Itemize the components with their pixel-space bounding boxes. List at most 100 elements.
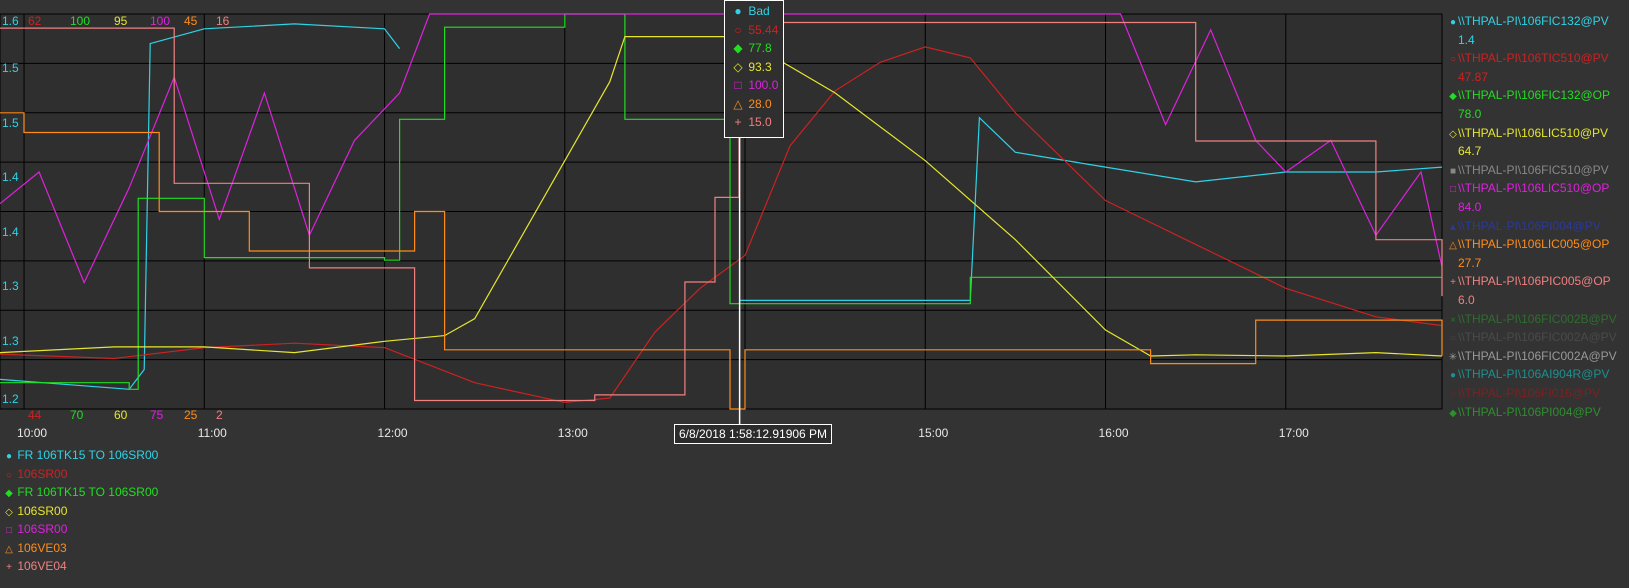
- series-marker-icon: ◇: [1449, 128, 1457, 140]
- legend-description: 106SR00: [14, 503, 68, 518]
- legend-item[interactable]: ◆\\THPAL-PI\106PI004@PV: [1448, 405, 1601, 419]
- scale-max-label: 16: [216, 14, 230, 28]
- x-tick-label: 13:00: [557, 426, 588, 440]
- series-marker-icon: ○: [5, 469, 13, 481]
- y-tick-label: 1.5: [2, 61, 19, 76]
- series-marker-icon: △: [1449, 240, 1457, 252]
- legend-description: 106VE04: [14, 559, 67, 573]
- series-marker-icon: △: [5, 543, 13, 555]
- scale-min-label: 60: [114, 408, 128, 422]
- legend-item[interactable]: × \\THPAL-PI\106FIC002B@PV: [1448, 312, 1617, 326]
- tooltip-value: 93.3: [745, 59, 772, 74]
- tooltip-value: Bad: [745, 4, 770, 18]
- cursor-value-tooltip: ● Bad ○ 55.44 ◆ 77.8 ◇ 93.3 □ 100.0 △ 28.0 + 1…: [724, 0, 784, 138]
- scale-min-label: 44: [28, 408, 42, 422]
- legend-series-name: \\THPAL-PI\106FIC002A@PV: [1458, 348, 1617, 363]
- series-marker-icon: ○: [734, 22, 742, 37]
- y-tick-label: 1.4: [2, 170, 19, 185]
- tooltip-value: 28.0: [745, 96, 772, 111]
- legend-item[interactable]: ◆ FR 106TK15 TO 106SR00: [4, 485, 158, 499]
- y-tick-label: 1.3: [2, 333, 19, 348]
- y-tick-label: 1.4: [2, 224, 19, 239]
- legend-series-name: \\THPAL-PI\106PI004@PV: [1458, 404, 1601, 419]
- legend-item[interactable]: ○ \\THPAL-PI\106TIC510@PV: [1448, 51, 1609, 65]
- series-marker-icon: □: [1449, 184, 1457, 196]
- tooltip-value-row: ● Bad: [731, 4, 770, 18]
- legend-item[interactable]: ○ \\THPAL-PI\106FI016@PV: [1448, 386, 1600, 400]
- legend-item[interactable]: ▲\\THPAL-PI\106PI004@PV: [1448, 219, 1601, 233]
- legend-series-name: \\THPAL-PI\106FIC510@PV: [1458, 162, 1609, 177]
- legend-series-value: 64.7: [1458, 144, 1482, 159]
- tooltip-value-row: ○ 55.44: [731, 23, 778, 37]
- series-marker-icon: ◆: [5, 488, 13, 499]
- tooltip-value: 77.8: [745, 41, 772, 55]
- legend-item[interactable]: ○ \\THPAL-PI\106FIC002A@PV: [1448, 330, 1617, 344]
- series-marker-icon: △: [733, 96, 743, 111]
- series-marker-icon: ○: [1449, 333, 1457, 345]
- series-marker-icon: +: [6, 562, 12, 573]
- legend-item[interactable]: ◇\\THPAL-PI\106LIC510@PV: [1448, 126, 1608, 140]
- legend-item[interactable]: □ 106SR00: [4, 522, 67, 536]
- series-marker-icon: ◇: [733, 59, 743, 74]
- legend-series-name: \\THPAL-PI\106FIC132@PV: [1458, 14, 1609, 28]
- legend-item[interactable]: ■ \\THPAL-PI\106FIC510@PV: [1448, 163, 1609, 177]
- series-marker-icon: ×: [1450, 314, 1456, 326]
- tooltip-value: 55.44: [745, 22, 779, 37]
- legend-series-value: 27.7: [1458, 255, 1482, 270]
- series-marker-icon: □: [734, 78, 742, 92]
- scale-max-label: 100: [70, 14, 91, 28]
- tooltip-value-row: ◇ 93.3: [731, 59, 772, 74]
- scale-max-label: 45: [184, 14, 198, 28]
- legend-item[interactable]: + \\THPAL-PI\106PIC005@OP: [1448, 274, 1611, 288]
- legend-series-name: \\THPAL-PI\106LIC005@OP: [1458, 237, 1610, 252]
- legend-item[interactable]: ● \\THPAL-PI\106AI904R@PV: [1448, 367, 1609, 381]
- legend-item[interactable]: △ 106VE03: [4, 541, 67, 555]
- legend-description: 106SR00: [14, 522, 68, 536]
- legend-series-value: 6.0: [1458, 293, 1475, 307]
- legend-item[interactable]: ● \\THPAL-PI\106FIC132@PV: [1448, 14, 1609, 28]
- legend-series-name: \\THPAL-PI\106PI004@PV: [1458, 218, 1601, 233]
- legend-series-value: 47.87: [1458, 69, 1489, 84]
- tooltip-value: 100.0: [745, 78, 779, 92]
- series-marker-icon: +: [734, 115, 742, 129]
- legend-item[interactable]: ◇ 106SR00: [4, 504, 67, 518]
- scale-min-label: 75: [150, 408, 164, 422]
- legend-series-name: \\THPAL-PI\106AI904R@PV: [1458, 367, 1610, 382]
- scale-max-label: 100: [150, 14, 171, 28]
- scale-min-label: 70: [70, 408, 84, 422]
- legend-item[interactable]: ◆\\THPAL-PI\106FIC132@OP: [1448, 88, 1610, 102]
- legend-series-value: 1.4: [1458, 32, 1475, 47]
- series-marker-icon: ◆: [1449, 407, 1457, 419]
- x-tick-label: 12:00: [377, 426, 408, 440]
- legend-series-name: \\THPAL-PI\106FIC002A@PV: [1458, 330, 1617, 345]
- legend-item[interactable]: □ \\THPAL-PI\106LIC510@OP: [1448, 181, 1609, 195]
- series-marker-icon: ○: [1449, 389, 1457, 400]
- scale-min-label: 2: [216, 408, 223, 422]
- y-tick-label: 1.6: [2, 14, 19, 28]
- legend-series-name: \\THPAL-PI\106FIC132@OP: [1458, 88, 1611, 103]
- legend-series-name: \\THPAL-PI\106FI016@PV: [1458, 386, 1601, 400]
- cursor-timestamp[interactable]: 6/8/2018 1:58:12.91906 PM: [674, 424, 832, 444]
- series-marker-icon: ◇: [5, 506, 13, 518]
- legend-item[interactable]: ✳\\THPAL-PI\106FIC002A@PV: [1448, 349, 1617, 363]
- legend-series-value: 78.0: [1458, 107, 1482, 121]
- tooltip-value-row: ◆ 77.8: [731, 41, 772, 55]
- legend-series-value: 84.0: [1458, 200, 1482, 214]
- legend-item[interactable]: ○ 106SR00: [4, 467, 67, 481]
- series-marker-icon: ●: [734, 4, 742, 18]
- tooltip-value-row: □ 100.0: [731, 78, 778, 92]
- legend-series-name: \\THPAL-PI\106LIC510@PV: [1458, 125, 1609, 140]
- legend-item[interactable]: ● FR 106TK15 TO 106SR00: [4, 448, 158, 462]
- legend-item[interactable]: + 106VE04: [4, 559, 67, 573]
- legend-description: FR 106TK15 TO 106SR00: [14, 485, 159, 499]
- series-marker-icon: ●: [5, 451, 13, 462]
- series-marker-icon: ◆: [733, 41, 743, 55]
- series-marker-icon: ●: [1449, 17, 1457, 28]
- scale-min-label: 25: [184, 408, 198, 422]
- y-tick-label: 1.2: [2, 392, 19, 406]
- x-tick-label: 11:00: [197, 426, 227, 440]
- y-tick-label: 1.3: [2, 279, 19, 294]
- legend-series-name: \\THPAL-PI\106LIC510@OP: [1458, 181, 1610, 196]
- tooltip-value-row: △ 28.0: [731, 96, 772, 111]
- legend-item[interactable]: △\\THPAL-PI\106LIC005@OP: [1448, 237, 1609, 251]
